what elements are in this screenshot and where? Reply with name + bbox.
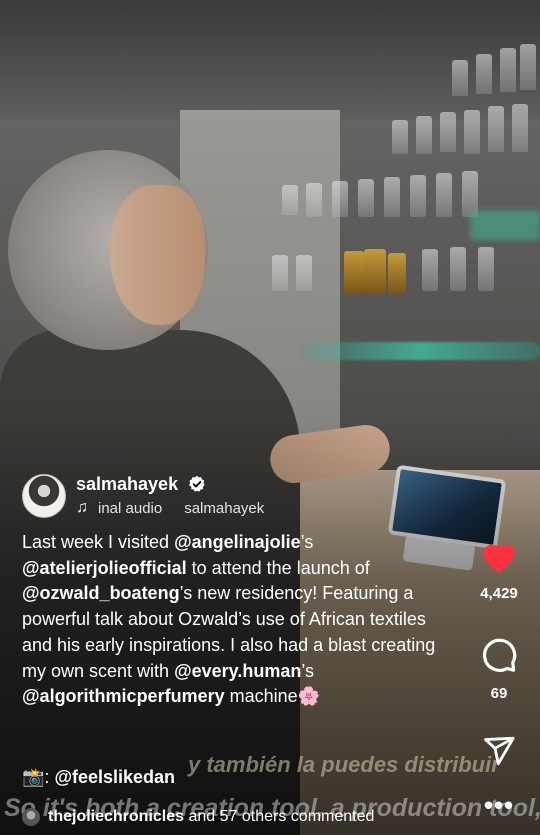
username[interactable]: salmahayek: [76, 474, 178, 495]
camera-flash-icon: 📸: [22, 767, 45, 787]
photo-credit-separator: :: [44, 767, 55, 787]
heart-icon: [483, 544, 515, 573]
photo-credit: 📸: @feelslikedan: [22, 767, 175, 788]
caption-text: machine: [224, 686, 298, 707]
more-icon: •••: [483, 790, 515, 820]
mention-every-human[interactable]: @every.human: [174, 661, 301, 681]
caption-text: ’s: [301, 660, 315, 681]
comment-icon: [483, 638, 517, 672]
mention-feelslikedan[interactable]: @feelslikedan: [54, 767, 175, 787]
teal-light-strip: [300, 342, 540, 360]
comment-button[interactable]: 69: [469, 636, 529, 702]
verified-badge-icon: [188, 475, 205, 492]
mention-angelinajolie[interactable]: @angelinajolie: [174, 532, 301, 552]
person-face: [110, 185, 205, 325]
like-button[interactable]: 4,429: [469, 540, 529, 602]
commenter-avatar: [22, 808, 40, 826]
teal-light-glow: [470, 210, 540, 240]
more-options-button[interactable]: •••: [469, 790, 529, 821]
post-caption[interactable]: Last week I visited @angelinajolie’s @at…: [22, 530, 452, 710]
audio-row[interactable]: ♫ inal audio salmahayek: [76, 499, 264, 517]
mention-ozwald-boateng[interactable]: @ozwald_boateng: [22, 583, 180, 603]
caption-text: Last week I visited: [22, 532, 175, 552]
music-note-icon: ♫: [76, 499, 88, 516]
audio-track: inal audio: [98, 499, 163, 517]
bottle-shelves: [262, 20, 540, 460]
flower-emoji: 🌸: [297, 686, 321, 707]
avatar[interactable]: [22, 474, 66, 518]
caption-text: to attend the launch of: [186, 557, 370, 578]
comments-count-text: and 57 others commented: [184, 808, 375, 825]
comment-count: 69: [490, 685, 508, 702]
audio-artist: salmahayek: [184, 499, 265, 517]
share-button[interactable]: [469, 734, 529, 773]
comments-summary[interactable]: thejoliechronicles and 57 others comment…: [22, 808, 374, 826]
commenter-username[interactable]: thejoliechronicles: [48, 808, 184, 825]
subtitle-spanish: y también la puedes distribuir: [188, 752, 500, 777]
like-count: 4,429: [480, 585, 518, 602]
mention-algorithmicperfumery[interactable]: @algorithmicperfumery: [22, 686, 225, 706]
share-icon: [484, 736, 515, 766]
mention-atelierjolieofficial[interactable]: @atelierjolieofficial: [22, 558, 187, 578]
caption-text: ’s: [300, 532, 314, 552]
